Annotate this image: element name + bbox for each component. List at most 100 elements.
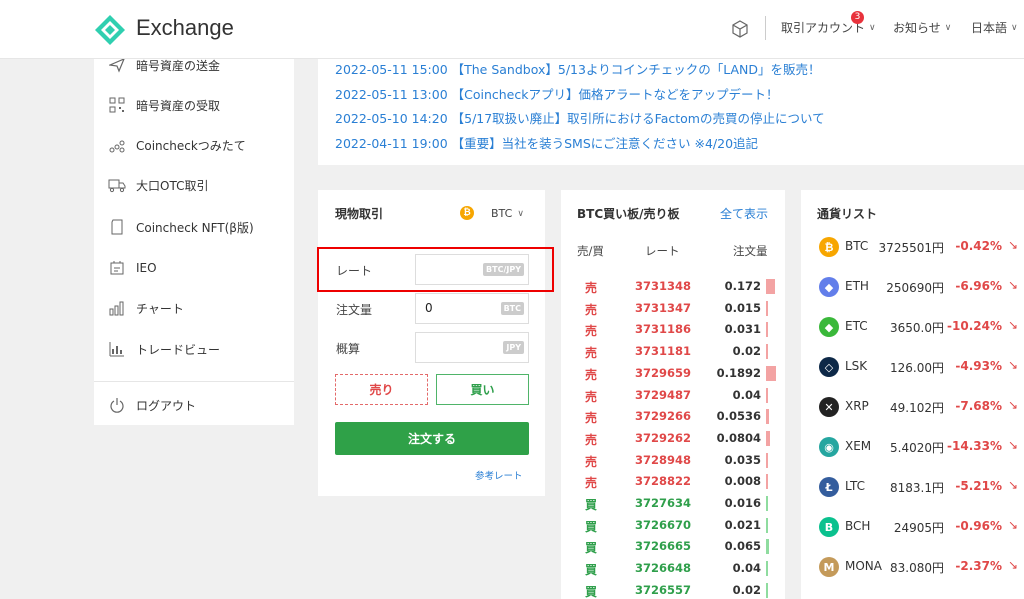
- order-side: 売: [585, 281, 598, 295]
- depth-bar: [766, 365, 776, 381]
- order-price: 3726665: [635, 539, 692, 554]
- lsk-coin-icon: ◇: [819, 357, 839, 377]
- logout-button[interactable]: ログアウト: [94, 385, 294, 425]
- power-icon: [108, 396, 126, 414]
- depth-bar: [766, 539, 770, 555]
- order-side: 売: [585, 302, 598, 317]
- pair-value: BTC: [491, 207, 513, 220]
- trend-down-icon: ↘: [1007, 318, 1018, 332]
- bitcoin-icon: ₿: [460, 206, 474, 220]
- sell-order-row[interactable]: 売 3731186 0.031: [561, 319, 785, 341]
- sidebar-item-nft[interactable]: Coincheck NFT(β版): [94, 207, 294, 247]
- depth-bar: [766, 387, 769, 403]
- order-price: 3731186: [635, 322, 692, 337]
- currency-change: -6.96%: [955, 279, 1002, 293]
- cube-icon[interactable]: [730, 19, 750, 39]
- order-price: 3731348: [635, 279, 692, 293]
- sell-order-row[interactable]: 売 3731181 0.02: [561, 341, 785, 363]
- currency-change: -0.96%: [955, 519, 1002, 533]
- currency-row-xem[interactable]: ◉ XEM 5.4020円 -14.33% ↘: [801, 427, 1024, 467]
- estimate-input[interactable]: JPY: [415, 332, 529, 363]
- bar-chart-icon: [108, 299, 126, 317]
- column-header-qty: 注文量: [733, 244, 768, 258]
- sidebar-item-chart[interactable]: チャート: [94, 288, 294, 328]
- news-link[interactable]: 2022-05-11 15:00 【The Sandbox】5/13よりコインチ…: [335, 59, 820, 78]
- buy-order-row[interactable]: 買 3726557 0.02: [561, 580, 785, 599]
- sell-order-row[interactable]: 売 3729262 0.0804: [561, 428, 785, 450]
- sidebar-item-otc[interactable]: 大口OTC取引: [94, 165, 294, 205]
- currency-change: -5.21%: [955, 479, 1002, 493]
- order-price: 3728822: [635, 474, 692, 489]
- buy-button[interactable]: 買い: [436, 374, 529, 405]
- currency-change: -0.42%: [955, 239, 1002, 253]
- pair-select[interactable]: BTC ∨: [491, 207, 524, 220]
- sell-order-row[interactable]: 売 3728948 0.035: [561, 450, 785, 472]
- currency-symbol: LSK: [845, 359, 868, 373]
- order-price: 3729659: [635, 365, 692, 380]
- currency-symbol: XEM: [845, 439, 872, 453]
- sell-order-row[interactable]: 売 3731348 0.172: [561, 276, 785, 298]
- sidebar-item-label: 大口OTC取引: [136, 178, 209, 193]
- currency-row-ltc[interactable]: Ł LTC 8183.1円 -5.21% ↘: [801, 467, 1024, 507]
- order-qty: 0.008: [724, 474, 761, 489]
- currency-row-etc[interactable]: ◆ ETC 3650.0円 -10.24% ↘: [801, 307, 1024, 347]
- xrp-coin-icon: ✕: [819, 397, 839, 417]
- notification-badge: 3: [851, 11, 864, 24]
- currency-symbol: LTC: [845, 479, 866, 493]
- depth-bar: [766, 474, 768, 490]
- order-side: 買: [585, 519, 598, 534]
- show-all-link[interactable]: 全て表示: [720, 205, 768, 222]
- sidebar-item-receive[interactable]: 暗号資産の受取: [94, 85, 294, 125]
- buy-order-row[interactable]: 買 3726648 0.04: [561, 558, 785, 580]
- amount-unit: BTC: [500, 302, 524, 315]
- order-qty: 0.172: [724, 279, 761, 293]
- news-link[interactable]: 2022-05-10 14:20 【5/17取扱い廃止】取引所におけるFacto…: [335, 108, 825, 127]
- sell-button[interactable]: 売り: [335, 374, 428, 405]
- buy-order-row[interactable]: 買 3726665 0.065: [561, 536, 785, 558]
- depth-bar: [766, 517, 768, 533]
- order-qty: 0.1892: [716, 365, 761, 380]
- order-side: 売: [585, 346, 598, 361]
- currency-row-lsk[interactable]: ◇ LSK 126.00円 -4.93% ↘: [801, 347, 1024, 387]
- order-price: 3729266: [635, 409, 692, 424]
- amount-input[interactable]: 0 BTC: [415, 293, 529, 324]
- chevron-down-icon: ∨: [944, 22, 952, 33]
- order-qty: 0.016: [724, 496, 761, 510]
- currency-row-eth[interactable]: ◆ ETH 250690円 -6.96% ↘: [801, 267, 1024, 307]
- currency-row-mona[interactable]: M MONA 83.080円 -2.37% ↘: [801, 547, 1024, 587]
- notice-menu[interactable]: お知らせ ∨: [893, 19, 951, 36]
- buy-order-row[interactable]: 買 3727634 0.016: [561, 493, 785, 515]
- language-menu[interactable]: 日本語 ∨: [971, 19, 1018, 36]
- sell-order-row[interactable]: 売 3729487 0.04: [561, 385, 785, 407]
- order-qty: 0.04: [732, 561, 761, 576]
- exchange-logo-icon[interactable]: [94, 14, 126, 46]
- place-order-button[interactable]: 注文する: [335, 422, 529, 455]
- sidebar-item-ieo[interactable]: IEO: [94, 248, 294, 288]
- news-link[interactable]: 2022-05-11 13:00 【Coincheckアプリ】価格アラートなどを…: [335, 84, 778, 103]
- reference-rate-link[interactable]: 参考レート: [475, 468, 523, 482]
- currency-change: -14.33%: [947, 439, 1002, 453]
- buy-order-row[interactable]: 買 3726670 0.021: [561, 515, 785, 537]
- order-side: 買: [585, 541, 598, 556]
- sell-order-row[interactable]: 売 3728822 0.008: [561, 471, 785, 493]
- sidebar-item-tradeview[interactable]: トレードビュー: [94, 329, 294, 369]
- trend-down-icon: ↘: [1007, 398, 1018, 412]
- currency-symbol: ETC: [845, 319, 868, 333]
- currency-row-bch[interactable]: B BCH 24905円 -0.96% ↘: [801, 507, 1024, 547]
- sell-order-row[interactable]: 売 3729659 0.1892: [561, 363, 785, 385]
- order-price: 3731181: [635, 344, 692, 359]
- order-price: 3729262: [635, 430, 692, 445]
- currency-row-xrp[interactable]: ✕ XRP 49.102円 -7.68% ↘: [801, 387, 1024, 427]
- news-link[interactable]: 2022-04-11 19:00 【重要】当社を装うSMSにご注意ください ※4…: [335, 133, 758, 152]
- order-qty: 0.015: [724, 300, 761, 315]
- sell-order-row[interactable]: 売 3731347 0.015: [561, 298, 785, 320]
- sidebar-item-tsumitate[interactable]: Coincheckつみたて: [94, 125, 294, 165]
- btc-coin-icon: ₿: [819, 237, 839, 257]
- chevron-down-icon: ∨: [1011, 22, 1018, 33]
- currency-row-btc[interactable]: ₿ BTC 3725501円 -0.42% ↘: [801, 227, 1024, 267]
- order-book-title: BTC買い板/売り板: [577, 207, 680, 221]
- ltc-coin-icon: Ł: [819, 477, 839, 497]
- order-qty: 0.0536: [716, 409, 761, 424]
- sell-order-row[interactable]: 売 3729266 0.0536: [561, 406, 785, 428]
- depth-bar: [766, 322, 768, 338]
